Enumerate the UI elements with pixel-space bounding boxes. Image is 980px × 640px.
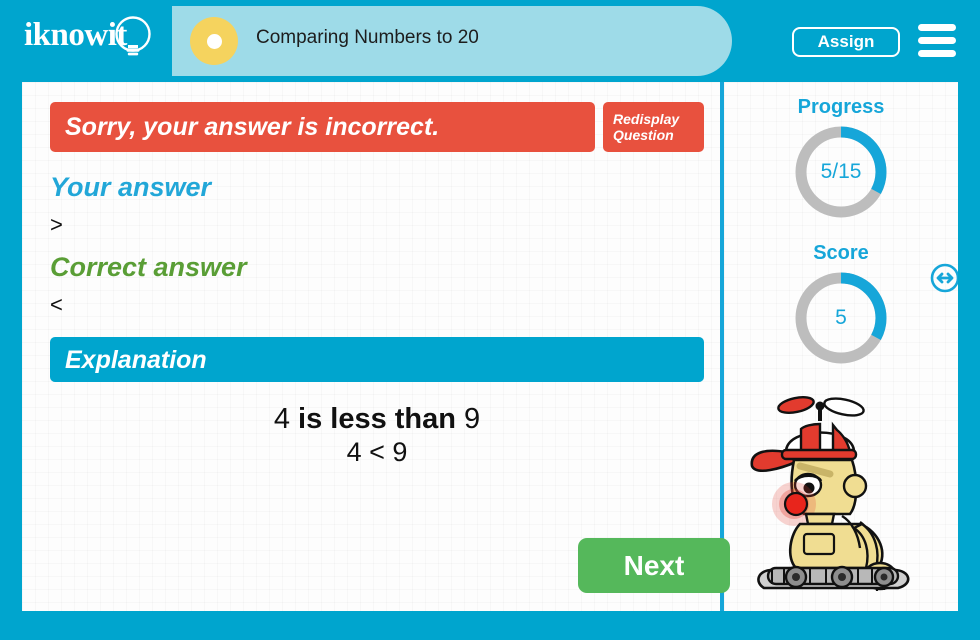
app-window: iknowit Comparing Numbers to 20 Assign S… — [0, 0, 980, 640]
score-value: 5 — [835, 306, 847, 329]
stats-column: Progress 5/15 Score 5 — [724, 82, 958, 611]
iknowit-logo[interactable]: iknowit — [24, 13, 164, 69]
lesson-status-dot-center — [207, 34, 222, 49]
progress-label: Progress — [797, 96, 885, 118]
explanation-line-2: 4 < 9 — [346, 437, 408, 467]
question-result-column: Sorry, your answer is incorrect. Redispl… — [22, 82, 730, 611]
your-answer-value: > — [50, 212, 63, 237]
explanation-comparison-phrase: is less than — [298, 403, 456, 435]
explanation-banner: Explanation — [50, 337, 704, 382]
explanation-heading: Explanation — [65, 346, 207, 374]
redisplay-question-button[interactable]: Redisplay Question — [603, 102, 704, 152]
menu-bar-2 — [918, 37, 956, 44]
horizontal-resize-icon[interactable] — [930, 263, 958, 293]
explanation-body: 4 is less than 9 4 < 9 — [50, 402, 704, 468]
lesson-title: Comparing Numbers to 20 — [256, 27, 479, 48]
menu-bar-1 — [918, 24, 956, 31]
score-label: Score — [813, 242, 869, 264]
progress-gauge: 5/15 — [791, 122, 891, 222]
lesson-title-bar: Comparing Numbers to 20 — [172, 6, 732, 76]
app-header: iknowit Comparing Numbers to 20 Assign — [0, 0, 980, 82]
menu-bar-3 — [918, 50, 956, 57]
result-banner-text: Sorry, your answer is incorrect. — [65, 113, 440, 141]
correct-answer-heading: Correct answer — [50, 252, 247, 282]
progress-value: 5/15 — [820, 160, 862, 183]
lesson-status-dot — [190, 17, 238, 65]
next-button[interactable]: Next — [578, 538, 730, 593]
incorrect-result-banner: Sorry, your answer is incorrect. — [50, 102, 595, 152]
assign-button[interactable]: Assign — [792, 27, 900, 57]
your-answer-heading: Your answer — [50, 172, 212, 202]
lightbulb-icon — [115, 16, 151, 56]
explanation-left-number: 4 — [273, 403, 290, 435]
explanation-right-number: 9 — [464, 403, 481, 435]
score-gauge: 5 — [791, 268, 891, 368]
redisplay-question-label: Redisplay Question — [613, 111, 680, 143]
content-panel: Sorry, your answer is incorrect. Redispl… — [22, 82, 958, 611]
hamburger-menu-icon[interactable] — [918, 24, 956, 58]
robot-mascot — [750, 395, 910, 591]
explanation-line-1: 4 is less than 9 — [50, 402, 704, 436]
correct-answer-value: < — [50, 292, 63, 317]
